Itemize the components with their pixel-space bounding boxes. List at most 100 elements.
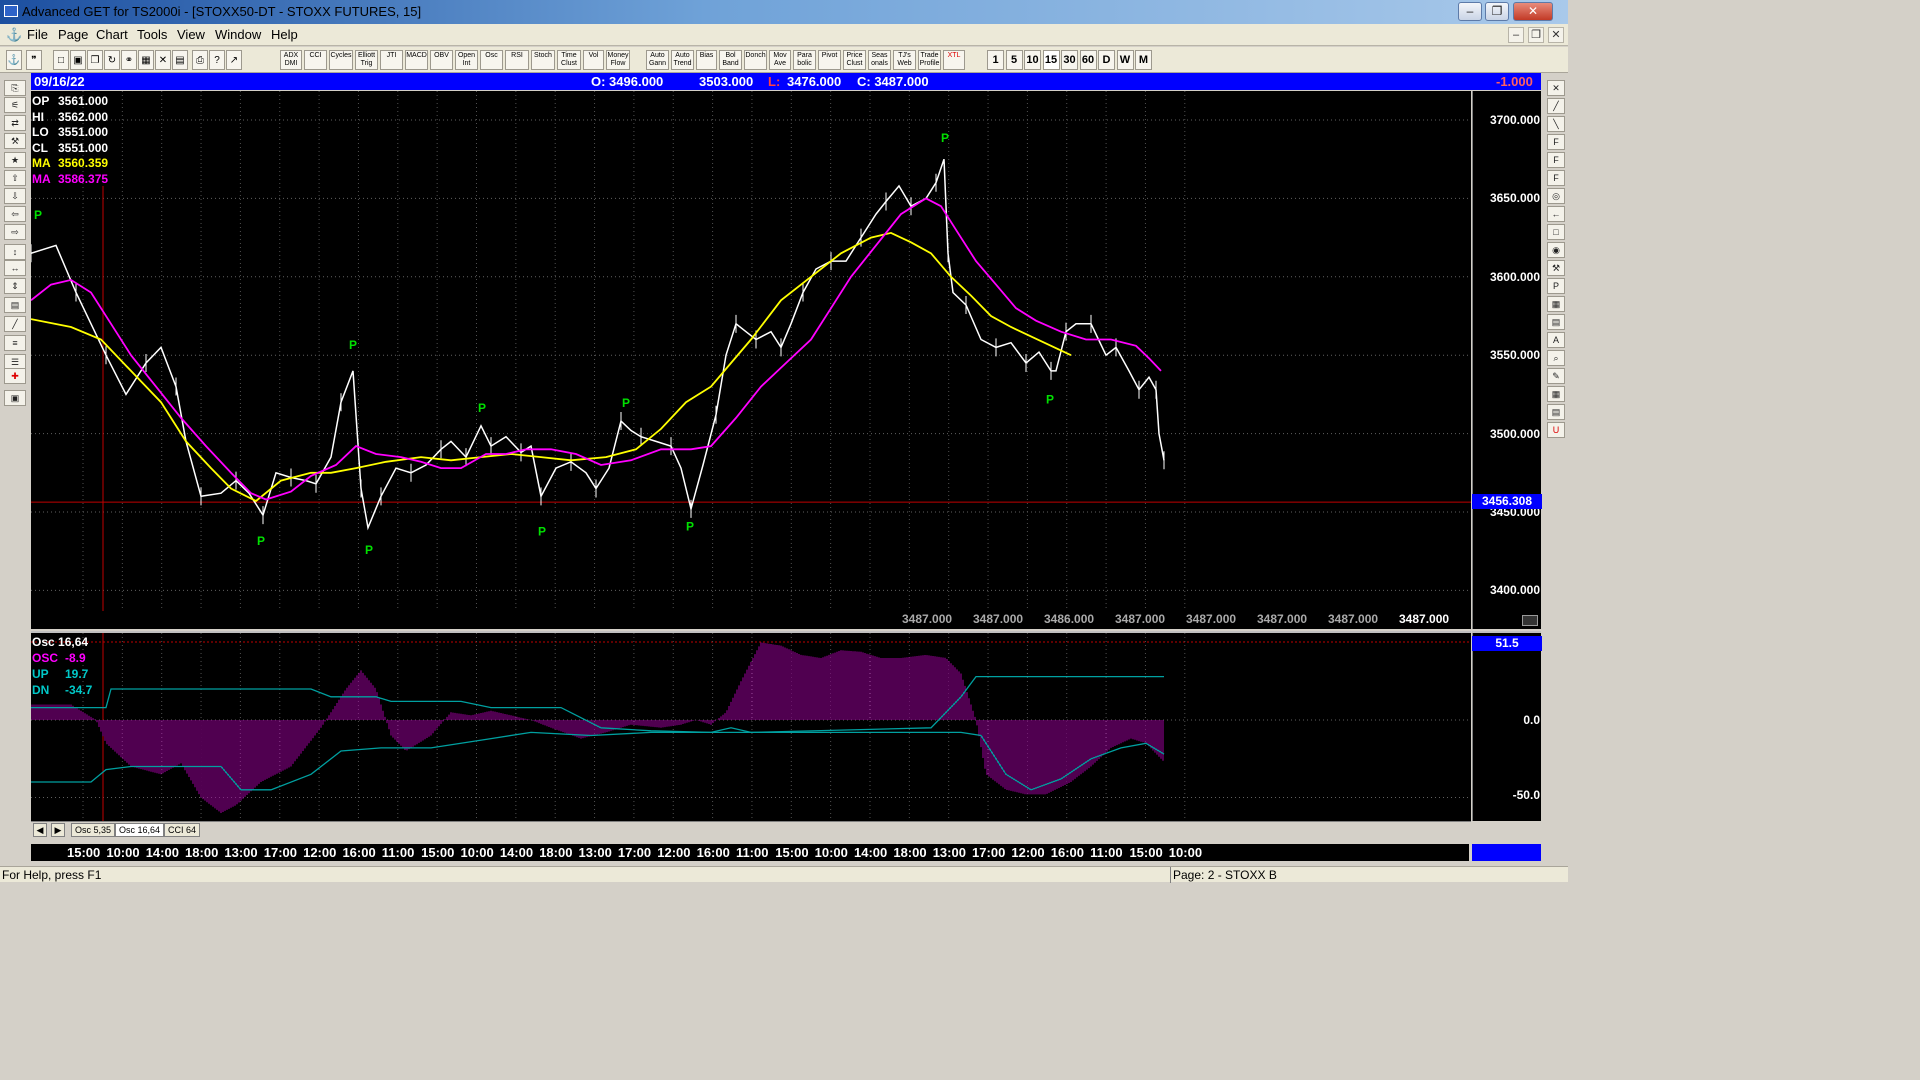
study-button-11[interactable]: Time Clust [557, 50, 581, 70]
tool-button-12[interactable]: XTL [943, 50, 965, 70]
osc-axis[interactable]: 51.5 0.0 -50.0 [1472, 631, 1542, 821]
table-icon[interactable]: ▤ [172, 50, 188, 70]
grid-icon[interactable]: ▤ [4, 297, 26, 313]
study-button-10[interactable]: Stoch [531, 50, 555, 70]
scroll-indicator-icon[interactable] [1522, 615, 1538, 626]
new-page-icon[interactable]: □ [53, 50, 69, 70]
study-button-6[interactable]: OBV [430, 50, 453, 70]
page-icon[interactable]: ⎘ [4, 80, 26, 96]
tab-scroll-right-icon[interactable]: ▶ [51, 823, 65, 837]
study-button-9[interactable]: RSI [505, 50, 529, 70]
pattern-icon[interactable]: ⚟ [4, 97, 26, 113]
study-button-13[interactable]: Money Flow [606, 50, 630, 70]
fib-ext-icon[interactable]: F [1547, 152, 1565, 168]
down-icon[interactable]: ⇩ [4, 188, 26, 204]
open-icon[interactable]: ▣ [70, 50, 86, 70]
elliott-icon[interactable]: ★ [4, 152, 26, 168]
tab-osc-16-64[interactable]: Osc 16,64 [115, 823, 165, 837]
menu-window[interactable]: Window [215, 27, 261, 42]
zoom-icon[interactable]: ⇕ [4, 278, 26, 294]
up-icon[interactable]: ⇧ [4, 170, 26, 186]
reset-icon[interactable]: ⇄ [4, 115, 26, 131]
tile-icon[interactable]: ✕ [155, 50, 171, 70]
restore-button[interactable]: ❐ [1485, 2, 1509, 21]
left-icon[interactable]: ⇦ [4, 206, 26, 222]
tab-cci-64[interactable]: CCI 64 [164, 823, 201, 837]
tool-button-5[interactable]: Mov Ave [769, 50, 791, 70]
menu-view[interactable]: View [177, 27, 205, 42]
tool-button-3[interactable]: Bol Band [719, 50, 742, 70]
study-button-8[interactable]: Osc [480, 50, 503, 70]
study-button-5[interactable]: MACD [405, 50, 428, 70]
time-scroll-box[interactable] [1472, 844, 1541, 861]
interval-button-5[interactable]: 5 [1005, 50, 1023, 70]
tool-button-4[interactable]: Donch [744, 50, 767, 70]
tab-osc-5-35[interactable]: Osc 5,35 [71, 823, 116, 837]
grid-icon[interactable]: ▦ [138, 50, 154, 70]
fib-ret-icon[interactable]: F [1547, 134, 1565, 150]
price-chart[interactable]: P P P P P P P P P P [30, 91, 1471, 629]
link-icon[interactable]: ⚭ [121, 50, 137, 70]
menu-tools[interactable]: Tools [137, 27, 167, 42]
study-button-4[interactable]: JTI [380, 50, 403, 70]
ellipse-icon[interactable]: ◉ [1547, 242, 1565, 258]
tool-button-1[interactable]: Auto Trend [671, 50, 694, 70]
tool-button-11[interactable]: Trade Profile [918, 50, 941, 70]
close-button[interactable]: ✕ [1513, 2, 1553, 21]
minimize-button[interactable]: – [1458, 2, 1482, 21]
magnify-icon[interactable]: ⌕ [1547, 350, 1565, 366]
interval-button-60[interactable]: 60 [1079, 50, 1097, 70]
study-button-2[interactable]: Cycles [329, 50, 353, 70]
document-icon[interactable]: ⚓ [6, 28, 22, 42]
study-button-12[interactable]: Vol [583, 50, 604, 70]
mdi-close-button[interactable]: ✕ [1548, 27, 1564, 43]
gann-icon[interactable]: ≡ [4, 335, 26, 351]
refresh-icon[interactable]: ↻ [104, 50, 120, 70]
trend-icon[interactable]: ╲ [1547, 116, 1565, 132]
crosshair-icon[interactable]: ✚ [4, 368, 26, 384]
copy-icon[interactable]: ❐ [87, 50, 103, 70]
pti-icon[interactable]: P [1547, 278, 1565, 294]
mdi-minimize-button[interactable]: – [1508, 27, 1524, 43]
help-icon[interactable]: ? [209, 50, 225, 70]
scale-v-icon[interactable]: ↕ [4, 244, 26, 260]
context-help-icon[interactable]: ↗ [226, 50, 242, 70]
line-icon[interactable]: ╱ [1547, 98, 1565, 114]
menu-page[interactable]: Page [58, 27, 88, 42]
box-icon[interactable]: □ [1547, 224, 1565, 240]
tool-button-6[interactable]: Para bolic [793, 50, 816, 70]
oscillator-pane[interactable]: Osc 16,64 OSC -8.9 UP 19.7 DN -34.7 [30, 631, 1471, 821]
interval-button-15[interactable]: 15 [1042, 50, 1060, 70]
delete-icon[interactable]: ✕ [1547, 80, 1565, 96]
mdi-restore-button[interactable]: ❐ [1528, 27, 1544, 43]
study-button-7[interactable]: Open Int [455, 50, 478, 70]
price-axis[interactable]: 3700.000 3650.000 3600.000 3550.000 3500.000… [1472, 91, 1542, 629]
target-icon[interactable]: ◎ [1547, 188, 1565, 204]
calc-icon[interactable]: ▣ [4, 390, 26, 406]
price-chart-pane[interactable]: P P P P P P P P P P OP 3561.000 HI 3562.000 LO 3551.00… [30, 91, 1471, 629]
tab-scroll-left-icon[interactable]: ◀ [33, 823, 47, 837]
tool-button-0[interactable]: Auto Gann [646, 50, 669, 70]
lines-icon[interactable]: ╱ [4, 316, 26, 332]
arrow-icon[interactable]: ← [1547, 206, 1565, 222]
interval-button-W[interactable]: W [1116, 50, 1134, 70]
tool-button-7[interactable]: Pivot [818, 50, 841, 70]
tools-icon[interactable]: ⚒ [1547, 260, 1565, 276]
scale-h-icon[interactable]: ↔ [4, 260, 26, 276]
interval-button-D[interactable]: D [1098, 50, 1115, 70]
oscillator-chart[interactable] [30, 633, 1471, 821]
pin-icon[interactable]: ⚓ [6, 50, 22, 70]
study-button-3[interactable]: Elliott Trig [355, 50, 378, 70]
table2-icon[interactable]: ▤ [1547, 404, 1565, 420]
quote-icon[interactable]: ❞ [26, 50, 42, 70]
menu-file[interactable]: File [27, 27, 48, 42]
study-button-0[interactable]: ADX DMI [280, 50, 302, 70]
tool-button-8[interactable]: Price Clust [843, 50, 866, 70]
pen-icon[interactable]: ✎ [1547, 368, 1565, 384]
mob-icon[interactable]: ▤ [1547, 314, 1565, 330]
fib-time-icon[interactable]: F [1547, 170, 1565, 186]
text-icon[interactable]: A [1547, 332, 1565, 348]
interval-button-30[interactable]: 30 [1061, 50, 1078, 70]
time-axis[interactable]: 15:00 10:00 14:00 18:00 13:00 17:00 12:00 16:00… [31, 844, 1469, 861]
interval-button-10[interactable]: 10 [1024, 50, 1041, 70]
